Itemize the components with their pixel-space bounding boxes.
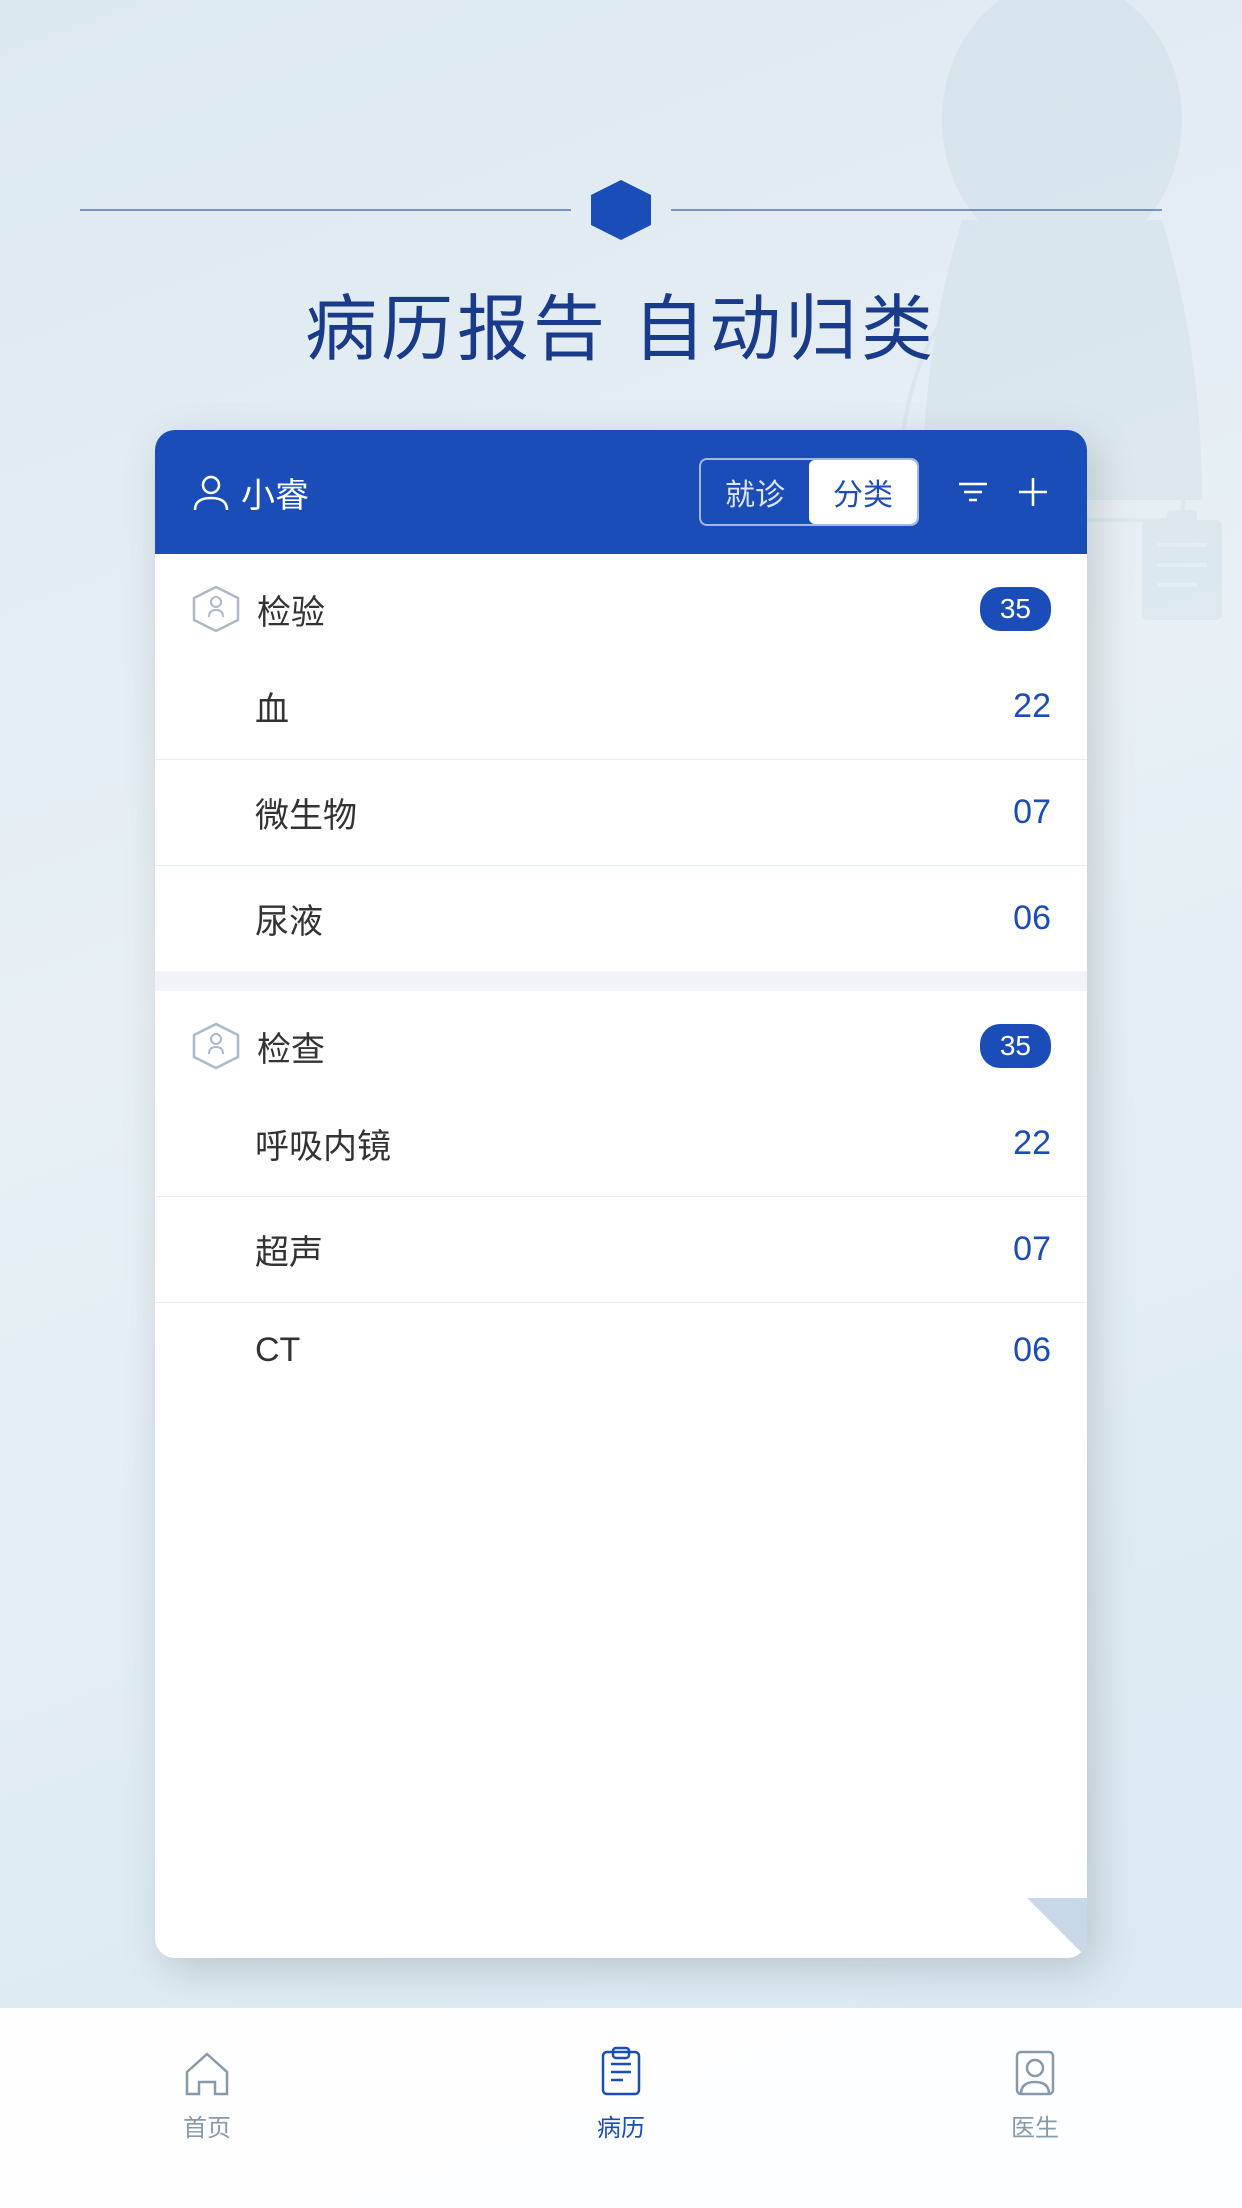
tab-classify[interactable]: 分类: [809, 460, 917, 524]
bottom-nav: 首页 病历 医生: [0, 2008, 1242, 2208]
header-actions: [955, 474, 1051, 510]
category-jiaoyan-count: 35: [980, 587, 1051, 631]
user-icon: [191, 472, 231, 512]
tab-visit[interactable]: 就诊: [701, 460, 809, 524]
sub-item-count: 22: [991, 687, 1051, 726]
sub-item-count: 06: [991, 899, 1051, 938]
card-header: 小睿 就诊 分类: [155, 430, 1087, 554]
category-jiancha-header: 检查 35: [155, 991, 1087, 1091]
category-jiaoyan: 检验 35 血 22 微生物 07 尿液 06: [155, 554, 1087, 971]
card-content: 检验 35 血 22 微生物 07 尿液 06: [155, 554, 1087, 1958]
sub-item-name: 尿液: [255, 894, 991, 943]
list-item[interactable]: 呼吸内镜 22: [155, 1091, 1087, 1197]
user-name: 小睿: [241, 468, 309, 517]
sub-item-count: 22: [991, 1124, 1051, 1163]
main-card: 小睿 就诊 分类: [155, 430, 1087, 1958]
category-jiancha-count: 35: [980, 1024, 1051, 1068]
tab-group: 就诊 分类: [699, 458, 919, 526]
category-jiaoyan-name: 检验: [257, 585, 964, 634]
add-icon[interactable]: [1015, 474, 1051, 510]
header-line-right: [671, 209, 1162, 211]
list-item[interactable]: CT 06: [155, 1303, 1087, 1398]
category-jiaoyan-header: 检验 35: [155, 554, 1087, 654]
sub-item-name: 微生物: [255, 788, 991, 837]
home-icon: [179, 2044, 235, 2100]
sub-item-name: 呼吸内镜: [255, 1119, 991, 1168]
sub-item-count: 07: [991, 1230, 1051, 1269]
list-item[interactable]: 尿液 06: [155, 866, 1087, 971]
sub-item-name: CT: [255, 1331, 991, 1370]
sub-item-name: 超声: [255, 1225, 991, 1274]
nav-item-home[interactable]: 首页: [119, 2044, 295, 2143]
nav-label-home: 首页: [183, 2108, 231, 2143]
list-item[interactable]: 微生物 07: [155, 760, 1087, 866]
filter-icon[interactable]: [955, 474, 991, 510]
nav-item-doctor[interactable]: 医生: [947, 2044, 1123, 2143]
category-jiancha: 检查 35 呼吸内镜 22 超声 07 CT 06: [155, 991, 1087, 1398]
list-item[interactable]: 超声 07: [155, 1197, 1087, 1303]
section-divider: [155, 971, 1087, 991]
header-decoration: [0, 180, 1242, 240]
list-item[interactable]: 血 22: [155, 654, 1087, 760]
jiaoyan-category-icon: [191, 584, 241, 634]
sub-item-count: 07: [991, 793, 1051, 832]
doctor-icon: [1007, 2044, 1063, 2100]
page-title: 病历报告 自动归类: [0, 270, 1242, 375]
user-area: 小睿: [191, 468, 679, 517]
header-hexagon: [591, 180, 651, 240]
jiancha-category-icon: [191, 1021, 241, 1071]
header-line-left: [80, 209, 571, 211]
card-container: 小睿 就诊 分类: [155, 430, 1087, 1958]
nav-label-records: 病历: [597, 2108, 645, 2143]
records-icon: [593, 2044, 649, 2100]
nav-item-records[interactable]: 病历: [533, 2044, 709, 2143]
sub-item-count: 06: [991, 1331, 1051, 1370]
nav-label-doctor: 医生: [1011, 2108, 1059, 2143]
category-jiancha-name: 检查: [257, 1022, 964, 1071]
sub-item-name: 血: [255, 682, 991, 731]
